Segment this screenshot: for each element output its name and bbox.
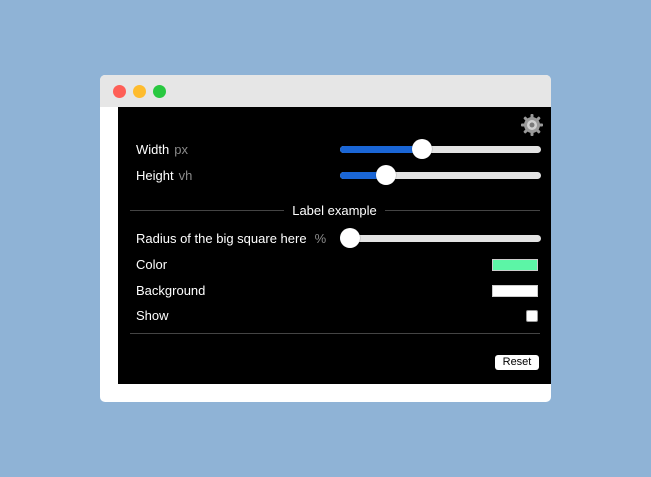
color-row: Color <box>136 257 167 273</box>
width-row: Width px <box>136 142 188 158</box>
minimize-window-button[interactable] <box>133 85 146 98</box>
radius-slider[interactable] <box>340 228 541 248</box>
section-label-text: Label example <box>284 203 385 218</box>
show-label: Show <box>136 308 169 323</box>
close-window-button[interactable] <box>113 85 126 98</box>
radius-unit: % <box>314 231 327 246</box>
radius-row: Radius of the big square here% <box>136 231 326 247</box>
radius-label: Radius of the big square here <box>136 231 307 246</box>
bottom-divider <box>130 333 540 334</box>
width-unit: px <box>174 142 188 157</box>
title-bar <box>100 75 551 107</box>
controls-panel: Width px Height vh Label example Radius of… <box>118 107 551 384</box>
width-slider-fill <box>340 146 423 153</box>
section-label: Label example <box>118 203 551 219</box>
height-row: Height vh <box>136 168 192 184</box>
width-slider[interactable] <box>340 139 541 159</box>
width-label: Width <box>136 142 170 157</box>
color-label: Color <box>136 257 168 272</box>
app-window: Width px Height vh Label example Radius of… <box>100 75 551 402</box>
gear-icon[interactable] <box>520 113 544 137</box>
height-slider-thumb[interactable] <box>376 165 397 185</box>
height-unit: vh <box>178 168 193 183</box>
show-checkbox[interactable] <box>526 310 538 322</box>
width-slider-thumb[interactable] <box>412 139 433 159</box>
height-label: Height <box>136 168 174 183</box>
height-slider[interactable] <box>340 165 541 185</box>
color-swatch[interactable] <box>492 259 538 271</box>
radius-slider-thumb[interactable] <box>340 228 360 248</box>
background-row: Background <box>136 283 205 299</box>
reset-button[interactable]: Reset <box>495 355 539 370</box>
show-row: Show <box>136 308 169 324</box>
background-label: Background <box>136 283 206 298</box>
maximize-window-button[interactable] <box>153 85 166 98</box>
background-swatch[interactable] <box>492 285 538 297</box>
